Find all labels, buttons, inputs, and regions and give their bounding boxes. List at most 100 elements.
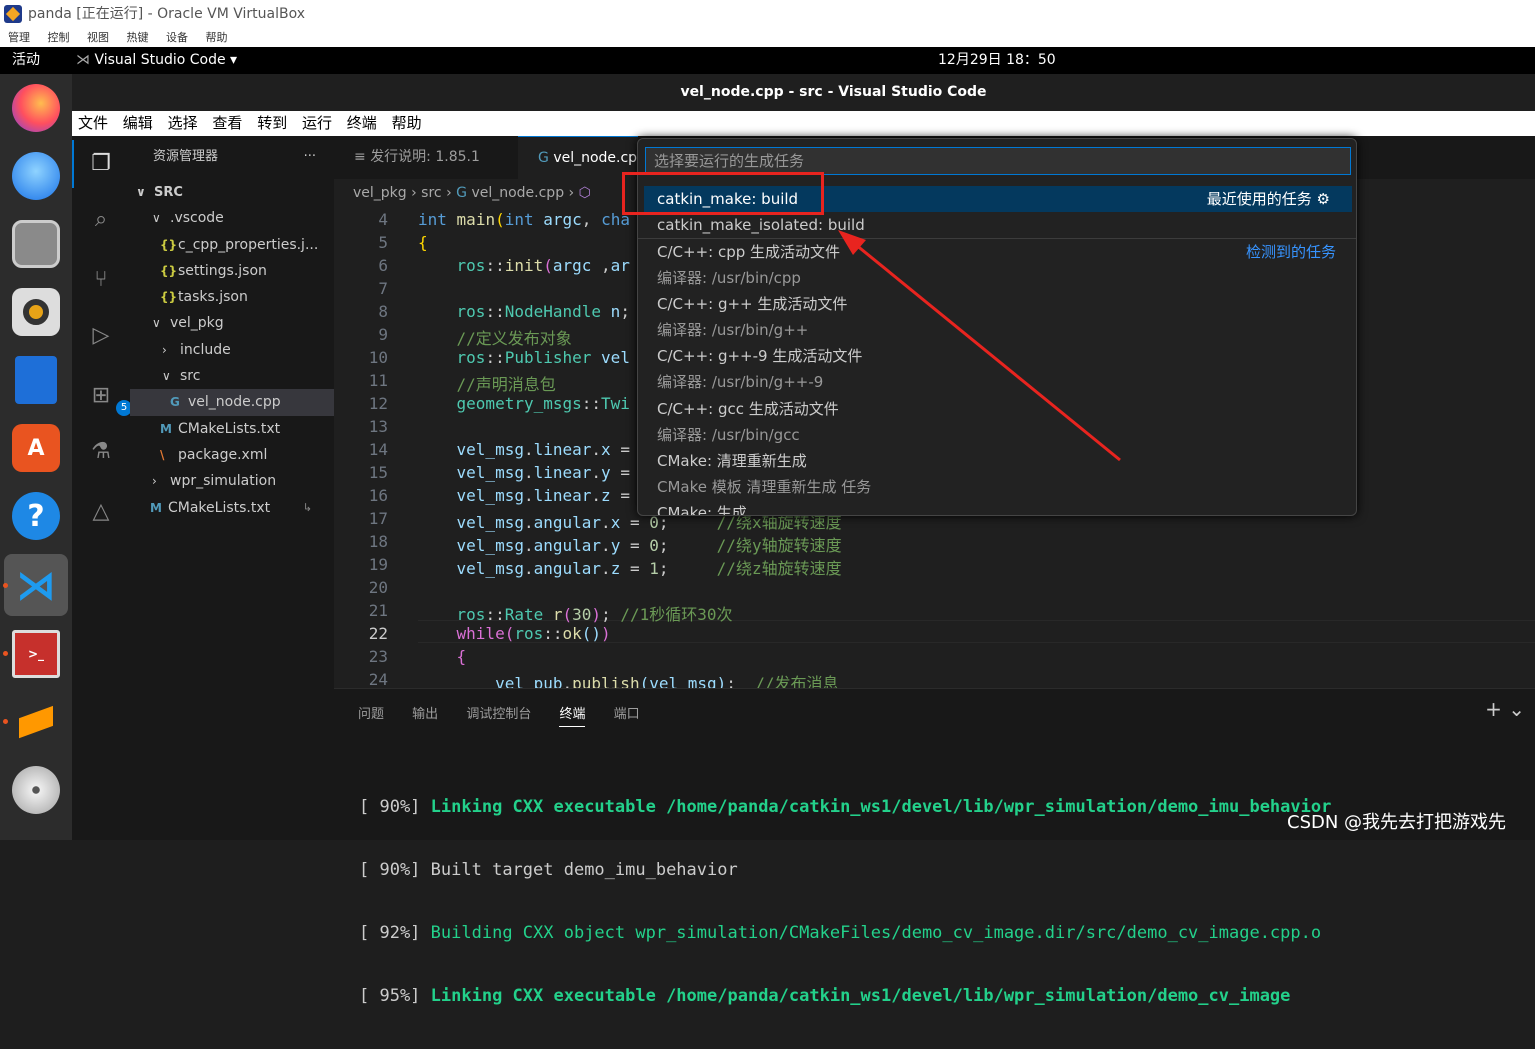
clock[interactable]: 12月29日 18：50 [938, 47, 1056, 74]
line-number: 24 [368, 670, 388, 689]
chevron-down-icon: ∨ [162, 369, 171, 384]
tree-folder-vel-pkg[interactable]: ∨ vel_pkg [130, 310, 334, 336]
cmake-icon[interactable]: △ [86, 496, 116, 526]
extensions-icon[interactable]: ⊞ 5 [86, 380, 132, 416]
tree-file[interactable]: {}c_cpp_properties.j... [130, 232, 334, 258]
terminal-line: [ 92%] Building CXX object wpr_simulatio… [359, 923, 1331, 944]
quick-pick-detail: 编译器: /usr/bin/gcc [657, 425, 800, 444]
tab-vel-node[interactable]: G vel_node.cp [518, 136, 638, 179]
tree-label: c_cpp_properties.j... [178, 236, 319, 253]
menu-run[interactable]: 运行 [302, 114, 332, 132]
panel-tab-output[interactable]: 输出 [412, 707, 438, 722]
line-number: 4 [378, 210, 388, 229]
symlink-icon: ↳ [302, 500, 312, 514]
tree-file[interactable]: {}settings.json [130, 258, 334, 284]
virtualbox-titlebar: panda [正在运行] - Oracle VM VirtualBox [0, 0, 1535, 29]
tree-file[interactable]: M CMakeLists.txt [130, 416, 334, 442]
quick-pick-item[interactable]: C/C++: gcc 生成活动文件 [638, 396, 1356, 422]
gear-icon[interactable]: ⚙ [1317, 190, 1330, 208]
help-icon[interactable]: ? [12, 492, 60, 540]
terminal-text: Linking CXX executable /home/panda/catki… [430, 797, 1332, 817]
run-debug-icon[interactable]: ▷ [86, 320, 116, 350]
quick-pick-item[interactable]: C/C++: g++ 生成活动文件 [638, 291, 1356, 317]
quick-pick-item[interactable]: CMake 模板 清理重新生成 任务 [638, 474, 1356, 500]
json-icon: {} [160, 290, 178, 305]
vb-menu-item[interactable]: 视图 [87, 31, 109, 44]
quick-pick-input[interactable]: 选择要运行的生成任务 [645, 147, 1351, 175]
more-actions-button[interactable]: ··· [304, 136, 316, 178]
source-control-icon[interactable]: ⑂ [86, 264, 116, 294]
code-line: { [456, 647, 467, 666]
search-icon[interactable]: ⌕ [86, 204, 116, 234]
vb-menu-item[interactable]: 管理 [8, 31, 30, 44]
tree-folder-src[interactable]: ∨ src [130, 363, 334, 389]
panel-tab-terminal[interactable]: 终端 [559, 707, 586, 727]
explorer-icon[interactable]: ❐ [86, 148, 116, 178]
new-terminal-button[interactable]: + ⌄ [1485, 697, 1525, 721]
writer-icon[interactable] [15, 356, 57, 404]
quick-pick-item[interactable]: CMake: 清理重新生成 [638, 448, 1356, 474]
sublime-icon[interactable] [12, 698, 60, 746]
breadcrumb-item[interactable]: vel_pkg [353, 185, 407, 201]
panel-tabs: 问题 输出 调试控制台 终端 端口 [358, 703, 664, 727]
menu-go[interactable]: 转到 [257, 114, 287, 132]
vb-menu-item[interactable]: 设备 [166, 31, 188, 44]
code-line: //声明消息包 [456, 375, 556, 394]
app-center-icon[interactable]: A [12, 424, 60, 472]
terminal-icon[interactable]: >_ [12, 630, 60, 678]
quick-pick-item[interactable]: catkin_make_isolated: build [638, 212, 1356, 238]
dvd-icon[interactable] [12, 766, 60, 814]
tree-folder-include[interactable]: › include [130, 337, 334, 363]
rhythmbox-icon[interactable] [12, 288, 60, 336]
breadcrumb-item[interactable]: src [421, 185, 441, 201]
quick-pick-item[interactable]: CMake: 生成 [638, 500, 1356, 515]
vscode-icon[interactable]: ⋊ [12, 562, 60, 610]
panel-tab-debug-console[interactable]: 调试控制台 [466, 707, 531, 722]
breadcrumb-item[interactable]: vel_node.cpp [471, 185, 564, 201]
tree-root-src[interactable]: ∨ SRC [130, 179, 334, 205]
menu-view[interactable]: 查看 [212, 114, 242, 132]
terminal-percent: [ 95%] [359, 986, 421, 1006]
file-tree: ∨ SRC ∨ .vscode {}c_cpp_properties.j... {}… [130, 179, 334, 521]
panel-tab-ports[interactable]: 端口 [614, 707, 640, 722]
tree-file-selected[interactable]: Gvel_node.cpp [130, 389, 334, 416]
tree-file[interactable]: M CMakeLists.txt ↳ [130, 495, 334, 521]
app-menu-button[interactable]: ⋊ Visual Studio Code ▾ [76, 47, 237, 74]
tree-folder-vscode[interactable]: ∨ .vscode [130, 205, 334, 231]
testing-icon[interactable]: ⚗ [86, 436, 116, 466]
terminal-percent: [ 92%] [359, 923, 421, 943]
tab-release-notes[interactable]: ≡ 发行说明: 1.85.1 [334, 136, 518, 179]
quick-pick-detail: 编译器: /usr/bin/cpp [657, 268, 801, 287]
firefox-icon[interactable] [12, 84, 60, 132]
tree-file[interactable]: \ package.xml [130, 442, 334, 468]
line-number: 19 [368, 555, 388, 574]
terminal-text: Building CXX object wpr_simulation/CMake… [430, 923, 1322, 943]
vscode-small-icon: ⋊ [76, 52, 95, 68]
terminal-line: [ 90%] Built target demo_imu_behavior [359, 860, 1331, 881]
virtualbox-icon [4, 5, 22, 23]
line-number: 6 [378, 256, 388, 275]
vb-menu-item[interactable]: 控制 [48, 31, 70, 44]
menu-file[interactable]: 文件 [78, 114, 108, 132]
files-icon[interactable] [12, 220, 60, 268]
vb-menu-item[interactable]: 帮助 [206, 31, 228, 44]
terminal-output[interactable]: [ 90%] Linking CXX executable /home/pand… [359, 755, 1331, 1049]
release-notes-icon: ≡ [354, 149, 371, 165]
code-line: vel_msg.linear.z = [456, 486, 630, 505]
vb-menu-item[interactable]: 热键 [127, 31, 149, 44]
tree-folder-wpr-simulation[interactable]: › wpr_simulation [130, 468, 334, 494]
menu-edit[interactable]: 编辑 [123, 114, 153, 132]
quick-pick-item[interactable]: C/C++: g++-9 生成活动文件 [638, 343, 1356, 369]
line-number: 8 [378, 302, 388, 321]
panel-tab-problems[interactable]: 问题 [358, 707, 384, 722]
quick-pick-detail: 编译器: /usr/bin/g++-9 [657, 373, 824, 392]
activities-button[interactable]: 活动 [12, 47, 40, 74]
tree-file[interactable]: {}tasks.json [130, 284, 334, 310]
tree-label: include [180, 341, 231, 358]
quick-pick-item[interactable]: C/C++: cpp 生成活动文件 检测到的任务 [638, 238, 1356, 264]
menu-terminal[interactable]: 终端 [347, 114, 377, 132]
thunderbird-icon[interactable] [12, 152, 60, 200]
menu-help[interactable]: 帮助 [392, 114, 422, 132]
menu-selection[interactable]: 选择 [168, 114, 198, 132]
quick-pick-list: catkin_make: build 最近使用的任务 ⚙ catkin_make_… [638, 186, 1356, 515]
